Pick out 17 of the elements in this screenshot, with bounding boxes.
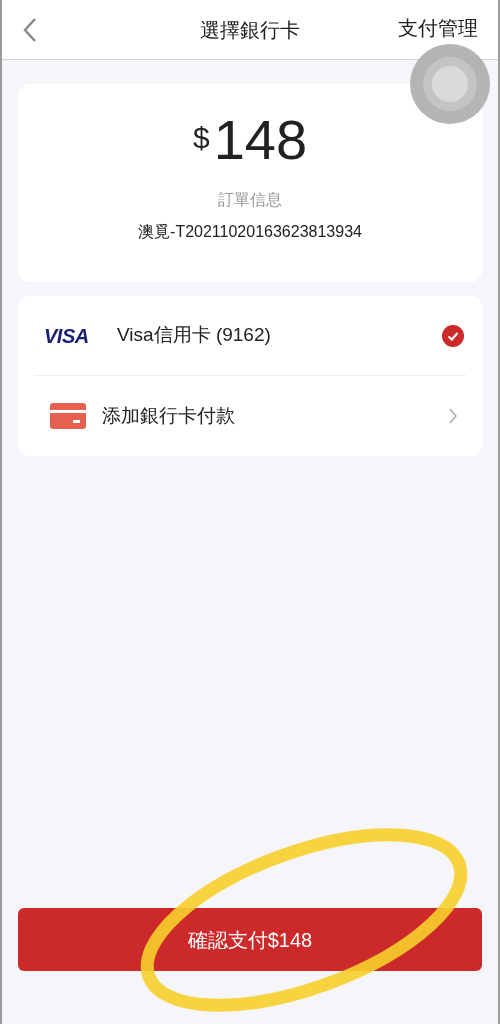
- confirm-payment-button[interactable]: 確認支付$148: [18, 908, 482, 971]
- payment-management-link[interactable]: 支付管理: [398, 15, 478, 40]
- add-card-row[interactable]: 添加銀行卡付款: [34, 376, 466, 456]
- card-label: Visa信用卡 (9162): [117, 323, 271, 348]
- order-info-label: 訂單信息: [218, 190, 282, 210]
- order-number: 澳覓-T20211020163623813934: [138, 222, 362, 242]
- chevron-right-icon: [448, 407, 458, 425]
- credit-card-icon: [50, 403, 86, 429]
- card-brand-logo: VISA: [44, 323, 90, 349]
- selected-check-icon[interactable]: [442, 324, 464, 347]
- amount: 148: [213, 112, 308, 168]
- page-title: 選擇銀行卡: [200, 17, 300, 43]
- currency-symbol: $: [192, 120, 210, 156]
- assistive-touch-button[interactable]: [410, 44, 490, 124]
- payment-method-row[interactable]: VISA Visa信用卡 (9162): [34, 296, 466, 376]
- back-icon[interactable]: [22, 16, 38, 43]
- add-card-label: 添加銀行卡付款: [102, 403, 235, 428]
